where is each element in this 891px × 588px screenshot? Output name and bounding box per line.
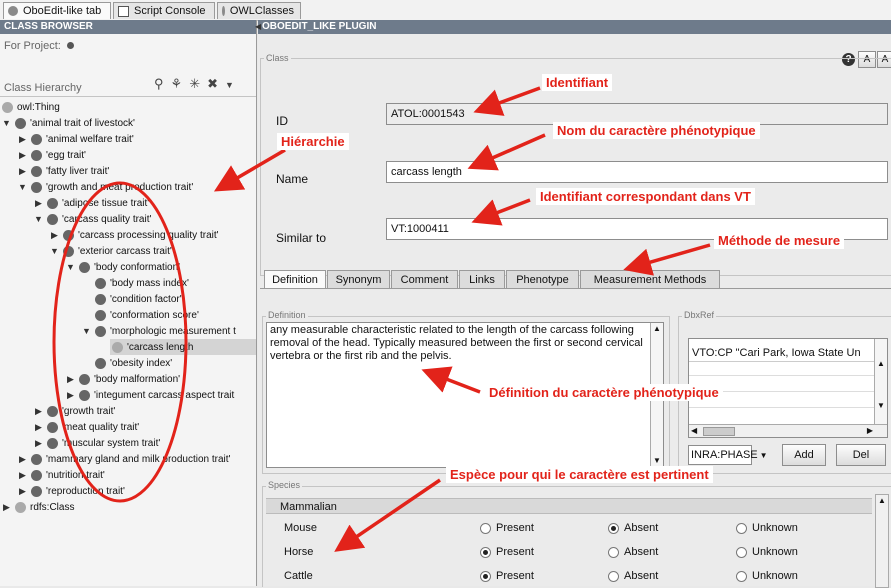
annotation-arrows <box>213 86 711 552</box>
annotation-methode: Méthode de mesure <box>714 232 845 249</box>
annotation-vt: Identifiant correspondant dans VT <box>536 188 755 205</box>
annotation-hierarchie: Hiérarchie <box>277 133 349 150</box>
annotation-identifiant: Identifiant <box>542 74 613 91</box>
annotation-espece: Espèce pour qui le caractère est pertine… <box>446 466 713 483</box>
annotation-nom: Nom du caractère phénotypique <box>553 122 760 139</box>
annotation-definition: Définition du caractère phénotypique <box>485 384 723 401</box>
